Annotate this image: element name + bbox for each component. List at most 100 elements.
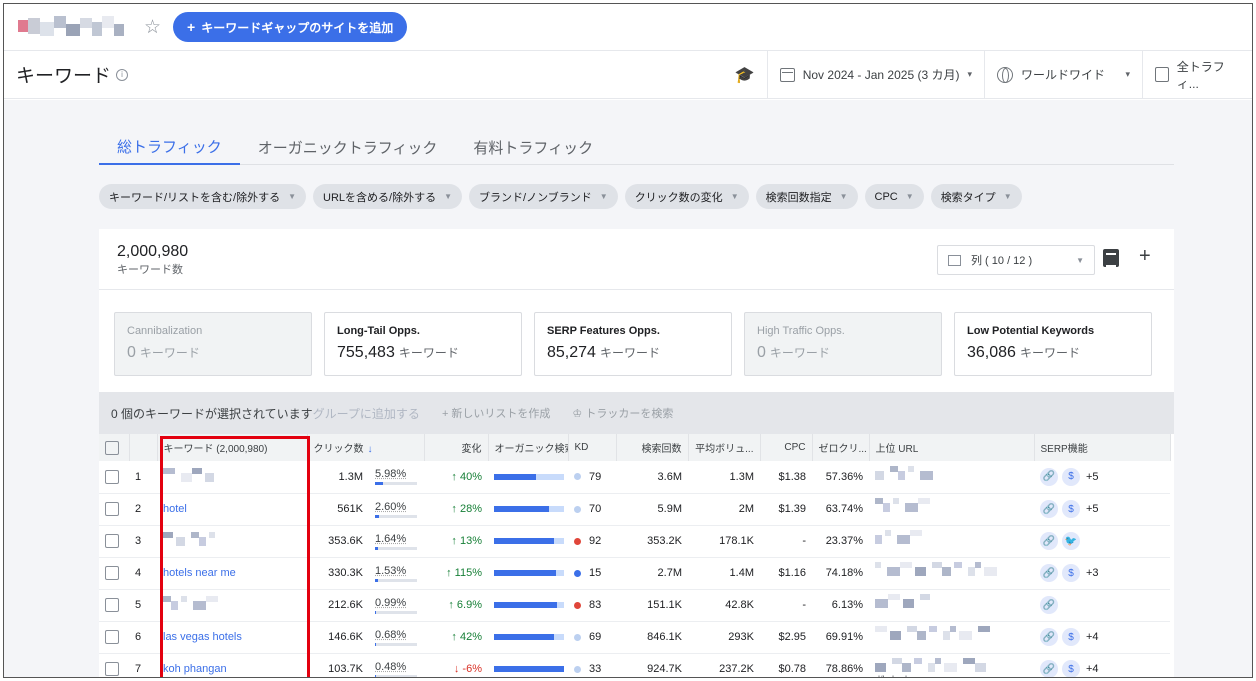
create-new-list-button[interactable]: + 新しいリストを作成 <box>442 405 550 421</box>
top-url-cell[interactable] <box>869 557 1034 590</box>
row-checkbox-cell[interactable] <box>99 621 129 654</box>
add-icon[interactable]: + <box>1139 245 1151 268</box>
country-selector[interactable]: ワールドワイド ▾ <box>984 51 1142 98</box>
top-url-cell[interactable] <box>869 589 1034 622</box>
serp-more-count[interactable]: +5 <box>1086 503 1099 515</box>
keyword-cell[interactable]: hotels near me <box>157 557 307 590</box>
clicks-column-header[interactable]: クリック数 ↓ <box>307 434 425 461</box>
avg-volume-column-header[interactable]: 平均ボリュ... <box>688 434 761 461</box>
keyword-link[interactable]: las vegas hotels <box>163 631 242 643</box>
favorite-star-icon[interactable]: ☆ <box>144 16 161 39</box>
opportunity-card[interactable]: Cannibalization 0 キーワード <box>114 312 312 376</box>
top-url-redacted[interactable] <box>875 530 995 552</box>
select-all-checkbox[interactable] <box>105 440 119 455</box>
row-checkbox-cell[interactable] <box>99 653 129 677</box>
opportunity-card[interactable]: Long-Tail Opps. 755,483 キーワード <box>324 312 522 376</box>
link-icon[interactable]: 🔗 <box>1040 500 1058 518</box>
keyword-link[interactable]: hotels near me <box>163 567 236 579</box>
top-url-cell[interactable]: d/koh-phangan <box>869 653 1034 677</box>
search-tracker-button[interactable]: ♔ トラッカーを検索 <box>572 405 673 421</box>
cpc-column-header[interactable]: CPC <box>760 434 813 461</box>
filter-url-include-exclude[interactable]: URLを含める/除外する ▼ <box>313 184 463 209</box>
top-url-column-header[interactable]: 上位 URL <box>869 434 1035 461</box>
volume-column-header[interactable]: 検索回数 <box>616 434 689 461</box>
keyword-cell[interactable] <box>157 589 307 622</box>
organic-column-header[interactable]: オーガニック検索 v <box>488 434 569 461</box>
row-checkbox[interactable] <box>105 469 119 484</box>
row-checkbox[interactable] <box>105 630 119 644</box>
change-column-header[interactable]: 変化 <box>424 434 489 461</box>
serp-features-column-header[interactable]: SERP機能 <box>1034 434 1171 461</box>
row-checkbox[interactable] <box>105 534 119 548</box>
twitter-icon[interactable]: 🐦 <box>1062 532 1080 550</box>
top-url-redacted[interactable]: d/koh-phangan <box>875 658 995 677</box>
top-url-cell[interactable] <box>869 461 1034 494</box>
filter-click-change[interactable]: クリック数の変化 ▼ <box>624 184 749 209</box>
add-to-group-button[interactable]: グループに追加する <box>313 405 420 422</box>
filter-brand[interactable]: ブランド/ノンブランド ▼ <box>469 184 618 209</box>
keyword-redacted[interactable] <box>163 596 223 614</box>
keyword-redacted[interactable] <box>163 532 223 550</box>
export-excel-icon[interactable] <box>1103 249 1119 267</box>
columns-selector[interactable]: 列 ( 10 / 12 ) ▼ <box>937 245 1095 275</box>
top-url-redacted[interactable] <box>875 562 997 584</box>
table-row[interactable]: 2 hotel 561K 2.60% ↑ 28% 70 5.9M 2M $1.39 63.74% 🔗… <box>99 493 1170 526</box>
dollar-icon[interactable]: $ <box>1062 660 1080 677</box>
keyword-link[interactable]: hotel <box>163 503 187 515</box>
serp-more-count[interactable]: +5 <box>1086 471 1099 483</box>
row-checkbox[interactable] <box>105 598 119 612</box>
kd-column-header[interactable]: KD <box>568 434 617 461</box>
top-url-redacted[interactable] <box>875 626 995 648</box>
row-checkbox-cell[interactable] <box>99 557 129 590</box>
row-checkbox-cell[interactable] <box>99 525 129 558</box>
date-range-picker[interactable]: Nov 2024 - Jan 2025 (3 カ月) ▾ <box>766 51 984 98</box>
top-url-cell[interactable] <box>869 621 1034 654</box>
sort-down-icon[interactable]: ↓ <box>368 444 373 455</box>
row-checkbox-cell[interactable] <box>99 461 129 494</box>
top-url-redacted[interactable] <box>875 465 995 488</box>
link-icon[interactable]: 🔗 <box>1040 596 1058 614</box>
dollar-icon[interactable]: $ <box>1062 467 1080 486</box>
add-keyword-gap-site-button[interactable]: + キーワードギャップのサイトを追加 <box>173 12 408 42</box>
traffic-source-selector[interactable]: 全トラフィ... <box>1142 51 1252 98</box>
keyword-column-header[interactable]: キーワード (2,000,980) <box>157 434 308 461</box>
top-url-redacted[interactable] <box>875 594 995 616</box>
table-row[interactable]: 3 353.6K 1.64% ↑ 13% 92 353.2K 178.1K -23.37% 🔗 🐦 <box>99 525 1170 558</box>
dollar-icon[interactable]: $ <box>1062 628 1080 646</box>
zero-click-column-header[interactable]: ゼロクリ... <box>812 434 870 461</box>
table-row[interactable]: 1 1.3M 5.98% ↑ 40% 79 3.6M 1.3M $1.38 57.36% 🔗 $ +5 <box>99 461 1170 494</box>
keyword-cell[interactable]: koh phangan <box>157 653 307 677</box>
keyword-redacted[interactable] <box>163 467 223 486</box>
keyword-link[interactable]: koh phangan <box>163 663 227 675</box>
filter-keyword-include-exclude[interactable]: キーワード/リストを含む/除外する ▼ <box>99 184 307 209</box>
row-checkbox[interactable] <box>105 502 119 516</box>
keyword-cell[interactable]: hotel <box>157 493 307 526</box>
academy-cell[interactable]: 🎓 <box>723 51 767 98</box>
serp-more-count[interactable]: +3 <box>1086 567 1099 579</box>
select-all-cell[interactable] <box>99 434 130 461</box>
top-url-cell[interactable] <box>869 525 1034 558</box>
filter-cpc[interactable]: CPC ▼ <box>864 184 924 209</box>
dollar-icon[interactable]: $ <box>1062 564 1080 582</box>
link-icon[interactable]: 🔗 <box>1040 532 1058 550</box>
table-row[interactable]: 7 koh phangan 103.7K 0.48% ↓ -6% 33 924.7K 237.… <box>99 653 1170 677</box>
opportunity-card[interactable]: Low Potential Keywords 36,086 キーワード <box>954 312 1152 376</box>
tab-total-traffic[interactable]: 総トラフィック <box>99 130 240 165</box>
opportunity-card[interactable]: SERP Features Opps. 85,274 キーワード <box>534 312 732 376</box>
keyword-cell[interactable] <box>157 525 307 558</box>
table-row[interactable]: 4 hotels near me 330.3K 1.53% ↑ 115% 15 2.7M 1.… <box>99 557 1170 590</box>
row-checkbox-cell[interactable] <box>99 589 129 622</box>
table-row[interactable]: 5 212.6K 0.99% ↑ 6.9% 83 151.1K 42.8K -6.13% 🔗 <box>99 589 1170 622</box>
keyword-cell[interactable]: las vegas hotels <box>157 621 307 654</box>
tab-organic-traffic[interactable]: オーガニックトラフィック <box>240 130 456 165</box>
filter-search-type[interactable]: 検索タイプ ▼ <box>930 184 1022 209</box>
serp-more-count[interactable]: +4 <box>1086 663 1099 675</box>
info-icon[interactable]: i <box>116 68 129 81</box>
row-checkbox[interactable] <box>105 566 119 580</box>
row-checkbox-cell[interactable] <box>99 493 129 526</box>
graduation-cap-icon[interactable]: 🎓 <box>735 65 755 85</box>
serp-more-count[interactable]: +4 <box>1086 631 1099 643</box>
tab-paid-traffic[interactable]: 有料トラフィック <box>455 130 611 165</box>
link-icon[interactable]: 🔗 <box>1040 660 1058 677</box>
opportunity-card[interactable]: High Traffic Opps. 0 キーワード <box>744 312 942 376</box>
